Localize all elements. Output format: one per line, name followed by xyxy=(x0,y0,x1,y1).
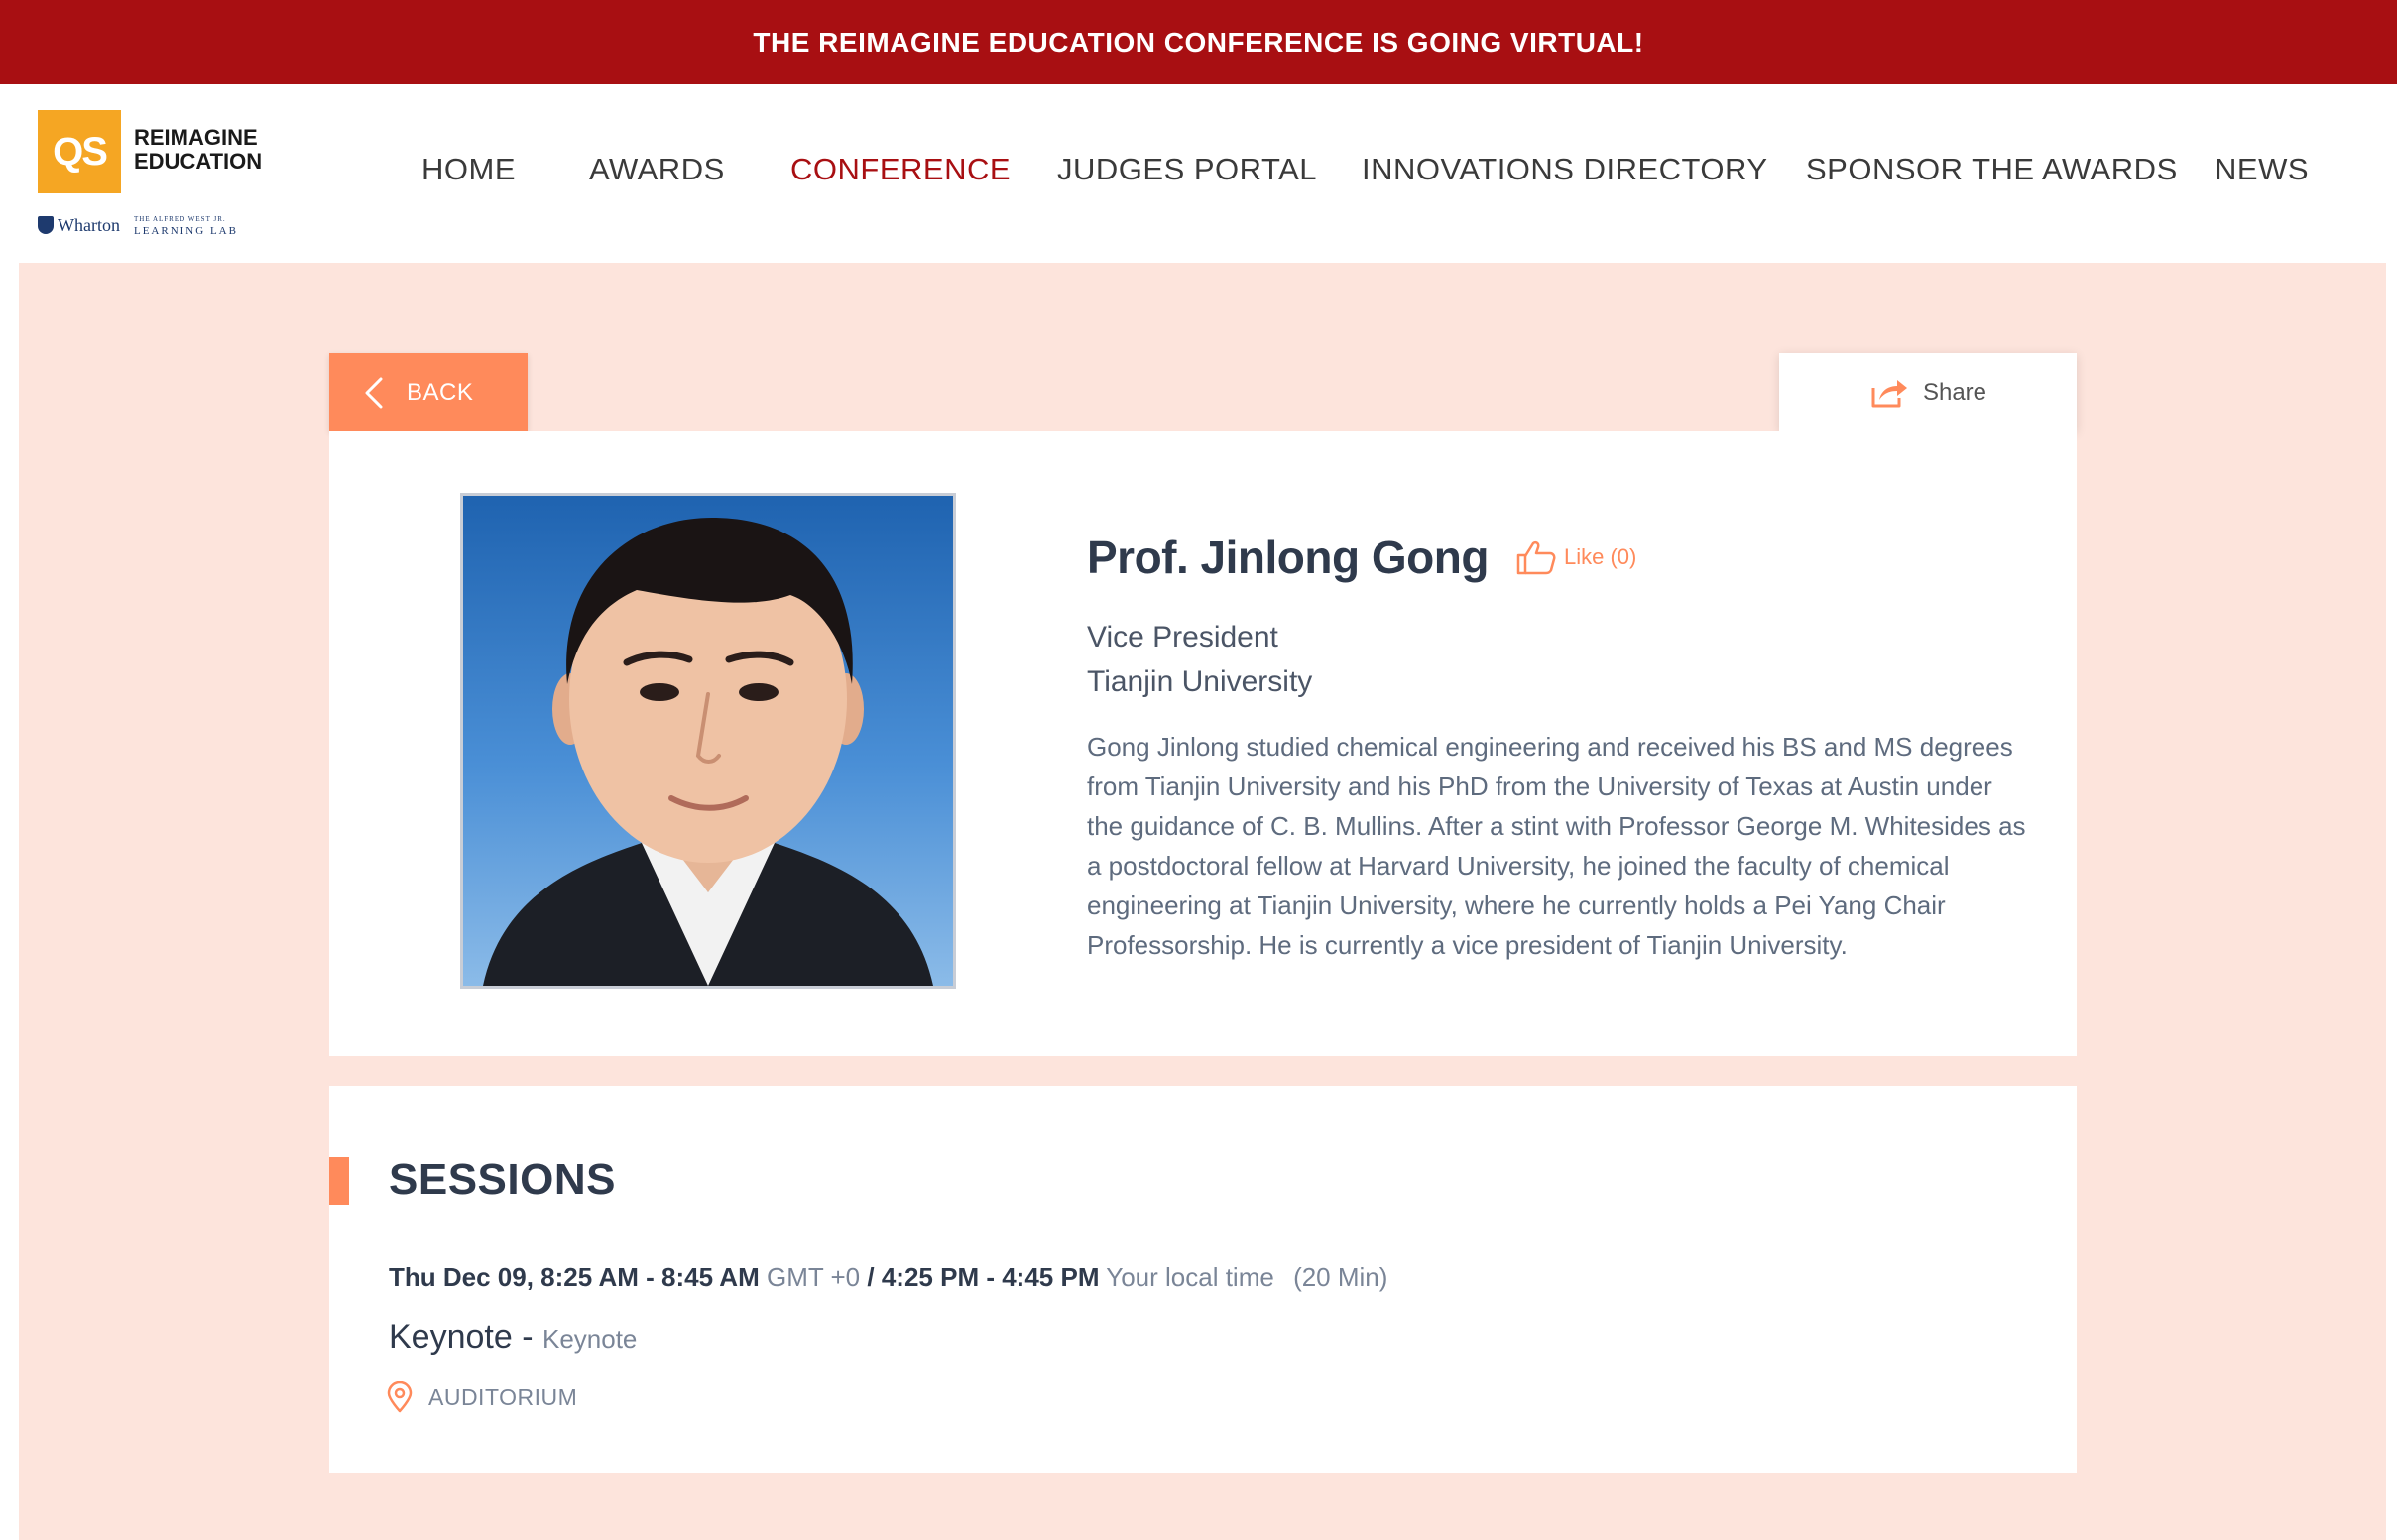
nav-innovations-directory[interactable]: INNOVATIONS DIRECTORY xyxy=(1362,152,1768,187)
location-pin-icon xyxy=(387,1381,413,1413)
thumbs-up-icon xyxy=(1516,540,1556,575)
like-button[interactable]: Like (0) xyxy=(1516,539,1636,575)
speaker-bio: Gong Jinlong studied chemical engineerin… xyxy=(1087,732,2026,960)
speaker-role: Vice President Tianjin University xyxy=(1087,615,1312,704)
session-local-time: 4:25 PM - 4:45 PM xyxy=(881,1262,1100,1292)
site-header: QS REIMAGINE EDUCATION Wharton THE ALFRE… xyxy=(0,84,2397,263)
session-location: AUDITORIUM xyxy=(385,1381,577,1413)
session-location-label: AUDITORIUM xyxy=(428,1383,578,1410)
nav-home[interactable]: HOME xyxy=(421,152,516,187)
speaker-profile-card: Prof. Jinlong Gong Like (0) Vice Preside… xyxy=(329,431,2077,1056)
speaker-organization: Tianjin University xyxy=(1087,665,1313,698)
speaker-portrait-illustration xyxy=(483,517,933,986)
session-type: Keynote xyxy=(541,1324,638,1354)
session-gmt-time: Thu Dec 09, 8:25 AM - 8:45 AM xyxy=(389,1262,760,1292)
sessions-accent-bar xyxy=(329,1157,349,1205)
sessions-title: SESSIONS xyxy=(389,1155,616,1204)
speaker-name: Prof. Jinlong Gong xyxy=(1087,532,1489,583)
sessions-card: SESSIONS Thu Dec 09, 8:25 AM - 8:45 AM G… xyxy=(329,1086,2077,1473)
session-duration: (20 Min) xyxy=(1293,1262,1388,1292)
nav-news[interactable]: NEWS xyxy=(2215,152,2309,187)
nav-sponsor-the-awards[interactable]: SPONSOR THE AWARDS xyxy=(1806,152,2178,187)
speaker-photo xyxy=(460,493,956,989)
share-button[interactable]: Share xyxy=(1779,353,2077,431)
session-time: Thu Dec 09, 8:25 AM - 8:45 AM GMT +0 / 4… xyxy=(389,1262,1387,1293)
back-label: BACK xyxy=(407,378,474,406)
session-title[interactable]: Keynote - Keynote xyxy=(389,1318,637,1357)
announcement-text: THE REIMAGINE EDUCATION CONFERENCE IS GO… xyxy=(753,26,1644,58)
session-local-label: Your local time xyxy=(1106,1262,1274,1292)
session-time-separator: / xyxy=(867,1262,875,1292)
back-button[interactable]: BACK xyxy=(329,353,528,431)
nav-conference[interactable]: CONFERENCE xyxy=(790,152,1011,187)
session-name: Keynote - xyxy=(389,1318,534,1356)
announcement-banner: THE REIMAGINE EDUCATION CONFERENCE IS GO… xyxy=(0,0,2397,84)
main-nav: HOME AWARDS CONFERENCE JUDGES PORTAL INN… xyxy=(0,84,2397,263)
share-icon xyxy=(1871,379,1907,407)
speaker-name-row: Prof. Jinlong Gong Like (0) xyxy=(1087,531,1636,584)
share-label: Share xyxy=(1922,378,1987,406)
nav-awards[interactable]: AWARDS xyxy=(589,152,725,187)
session-gmt-label: GMT +0 xyxy=(766,1262,861,1292)
like-label: Like (0) xyxy=(1563,544,1637,569)
speaker-title: Vice President xyxy=(1087,621,1278,653)
nav-judges-portal[interactable]: JUDGES PORTAL xyxy=(1057,152,1317,187)
chevron-left-icon xyxy=(365,377,383,408)
